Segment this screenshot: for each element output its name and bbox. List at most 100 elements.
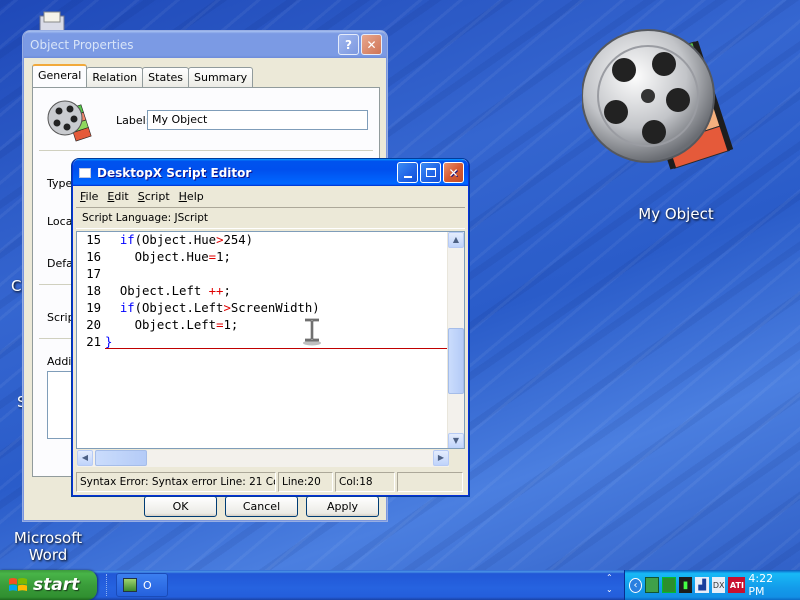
- tab-general[interactable]: General: [32, 64, 88, 87]
- close-button[interactable]: ✕: [443, 162, 464, 183]
- label-input[interactable]: My Object: [147, 110, 368, 130]
- line-number: 21: [86, 335, 101, 349]
- taskbar-scroll-arrows[interactable]: ⌃ ⌄: [606, 572, 613, 596]
- object-properties-titlebar[interactable]: Object Properties ? ✕: [24, 31, 386, 58]
- script-editor-title: DesktopX Script Editor: [97, 165, 252, 180]
- menu-script[interactable]: Script: [138, 190, 170, 203]
- code-keyword: }: [105, 335, 113, 349]
- code-token: Object.Hue: [134, 250, 209, 264]
- line-number: 18: [86, 284, 101, 298]
- line-number: 15: [86, 233, 101, 247]
- chevron-down-icon[interactable]: ⌄: [606, 584, 613, 596]
- code-token: (Object.Hue: [134, 233, 217, 247]
- status-extra: [397, 472, 463, 492]
- code-lines: 15 if(Object.Hue>254) 16 Object.Hue=1; 17 1…: [77, 232, 464, 351]
- line-number: 16: [86, 250, 101, 264]
- microsoft-word-label[interactable]: Microsoft Word: [2, 530, 94, 563]
- label-caption: Label:: [116, 114, 150, 127]
- scroll-right-button[interactable]: ▶: [433, 450, 449, 466]
- chevron-up-icon[interactable]: ⌃: [606, 572, 613, 584]
- code-token: Object.Left: [134, 318, 217, 332]
- code-token: Object.Left: [119, 284, 209, 298]
- ok-button[interactable]: OK: [144, 496, 217, 517]
- cancel-button[interactable]: Cancel: [225, 496, 298, 517]
- film-reel-desktop-object[interactable]: [581, 12, 762, 192]
- code-text: Object.Hue=1;: [105, 249, 231, 266]
- line-number: 19: [86, 301, 101, 315]
- apply-button[interactable]: Apply: [306, 496, 379, 517]
- code-line: 18 Object.Left ++;: [77, 283, 464, 300]
- script-editor-window: DesktopX Script Editor ✕ File Edit Scrip…: [72, 159, 469, 496]
- horizontal-scroll-thumb[interactable]: [95, 450, 147, 466]
- scroll-left-button[interactable]: ◀: [77, 450, 93, 466]
- my-object-label: My Object: [638, 205, 714, 223]
- start-label: start: [33, 575, 80, 595]
- cpu-icon[interactable]: ▮: [678, 577, 693, 593]
- menu-edit[interactable]: Edit: [107, 190, 128, 203]
- code-token: 254): [223, 233, 254, 247]
- code-line: 15 if(Object.Hue>254): [77, 232, 464, 249]
- menu-help[interactable]: Help: [179, 190, 204, 203]
- code-text: Object.Left ++;: [105, 283, 231, 300]
- quicklaunch-separator: [106, 574, 108, 596]
- ati-icon[interactable]: ATI: [728, 577, 746, 593]
- horizontal-scrollbar[interactable]: ◀ ▶: [77, 450, 449, 467]
- monitor-icon[interactable]: [661, 577, 676, 593]
- scroll-down-button[interactable]: ▼: [448, 433, 464, 448]
- help-button[interactable]: ?: [338, 34, 359, 55]
- status-line: Line:20: [278, 472, 333, 492]
- tab-states[interactable]: States: [142, 67, 190, 87]
- properties-tabs: General Relation States Summary: [32, 64, 254, 87]
- code-token: (Object.Left: [134, 301, 224, 315]
- taskbar: start O ⌃ ⌄ ‹ ▮ ▟ DX ATI 4:22 PM: [0, 570, 800, 600]
- start-button[interactable]: start: [0, 570, 97, 600]
- window-icon: [79, 167, 91, 178]
- tab-summary[interactable]: Summary: [188, 67, 254, 87]
- film-reel-icon: [581, 29, 734, 170]
- code-operator: =: [208, 250, 217, 264]
- network-icon[interactable]: [645, 577, 659, 593]
- vertical-scrollbar[interactable]: ▲ ▼: [447, 232, 464, 448]
- code-line: 20 Object.Left=1;: [77, 317, 464, 334]
- code-keyword: if: [119, 233, 135, 247]
- minimize-button[interactable]: [397, 162, 418, 183]
- taskbar-button-properties[interactable]: O: [116, 573, 168, 597]
- code-text: Object.Left=1;: [105, 317, 239, 334]
- script-editor-titlebar[interactable]: DesktopX Script Editor ✕: [73, 159, 468, 186]
- code-operator: ++: [208, 284, 224, 298]
- taskbar-button-label: O: [143, 578, 152, 592]
- code-operator: >: [223, 301, 231, 315]
- desktopx-icon[interactable]: DX: [711, 577, 726, 593]
- code-token: ;: [223, 284, 231, 298]
- object-preview-icon: [47, 96, 95, 142]
- code-editor[interactable]: 15 if(Object.Hue>254) 16 Object.Hue=1; 17 1…: [76, 231, 465, 449]
- object-properties-title: Object Properties: [30, 37, 134, 52]
- maximize-button[interactable]: [420, 162, 441, 183]
- microsoft-word-label-line1: Microsoft: [13, 529, 83, 547]
- code-keyword: if: [119, 301, 135, 315]
- close-button[interactable]: ✕: [361, 34, 382, 55]
- error-underline: [105, 348, 448, 349]
- menu-file[interactable]: File: [80, 190, 98, 203]
- script-language-bar: Script Language: JScript: [76, 207, 465, 229]
- code-text: if(Object.Left>ScreenWidth): [105, 300, 320, 317]
- desktop-partial-label-c: C: [11, 277, 22, 295]
- tab-relation[interactable]: Relation: [86, 67, 144, 87]
- clock[interactable]: 4:22 PM: [748, 572, 786, 598]
- code-token: 1;: [216, 250, 231, 264]
- line-number: 17: [86, 267, 101, 281]
- app-icon: [123, 578, 137, 592]
- scroll-up-button[interactable]: ▲: [448, 232, 464, 248]
- code-line: 16 Object.Hue=1;: [77, 249, 464, 266]
- status-error: Syntax Error: Syntax error Line: 21 Colu…: [76, 472, 276, 492]
- chevron-left-icon[interactable]: ‹: [629, 577, 643, 593]
- code-token: 1;: [223, 318, 239, 332]
- separator: [39, 150, 373, 151]
- system-tray: ‹ ▮ ▟ DX ATI 4:22 PM: [624, 570, 800, 600]
- code-text: if(Object.Hue>254): [105, 232, 253, 249]
- windows-logo-icon: [9, 578, 27, 591]
- menu-bar: File Edit Script Help: [74, 186, 467, 206]
- chart-icon[interactable]: ▟: [695, 577, 709, 593]
- vertical-scroll-thumb[interactable]: [448, 328, 464, 394]
- code-line: 19 if(Object.Left>ScreenWidth): [77, 300, 464, 317]
